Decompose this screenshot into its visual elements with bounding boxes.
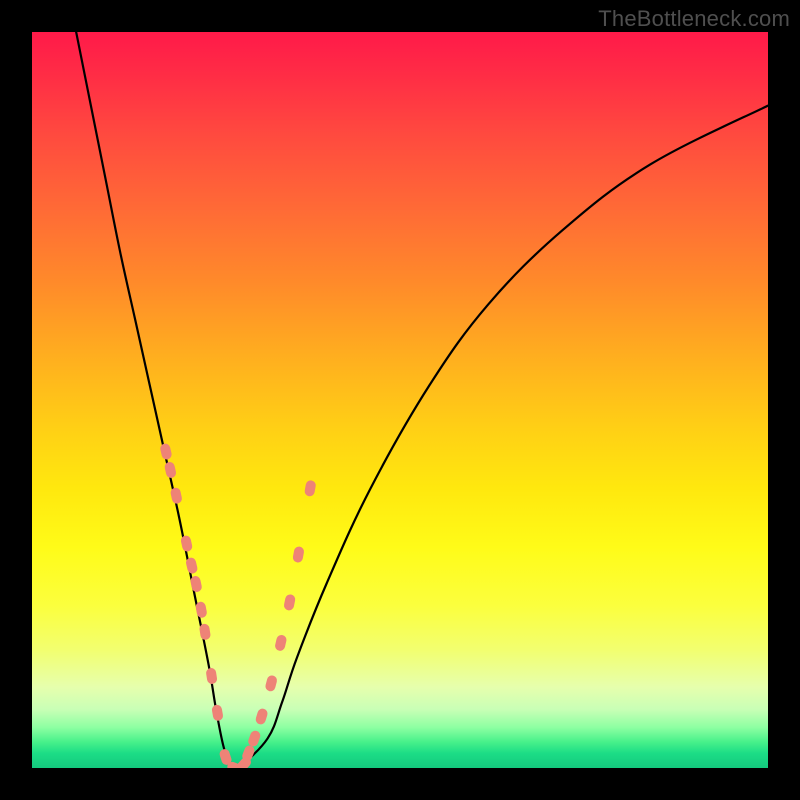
highlight-dot — [180, 535, 193, 553]
bottleneck-curve — [76, 32, 768, 768]
highlight-dot — [283, 594, 296, 612]
highlight-dot — [205, 667, 217, 684]
highlight-dot — [170, 487, 183, 505]
chart-frame: TheBottleneck.com — [0, 0, 800, 800]
highlight-dots — [159, 443, 316, 768]
highlight-dot — [255, 707, 269, 725]
highlight-dot — [211, 704, 224, 721]
plot-area — [32, 32, 768, 768]
highlight-dot — [247, 729, 262, 747]
highlight-dot — [199, 623, 211, 640]
highlight-dot — [159, 443, 172, 461]
watermark-text: TheBottleneck.com — [598, 6, 790, 32]
curve-svg — [32, 32, 768, 768]
highlight-dot — [304, 480, 317, 498]
highlight-dot — [274, 634, 287, 652]
highlight-dot — [264, 674, 278, 692]
highlight-dot — [292, 546, 305, 564]
highlight-dot — [164, 461, 177, 479]
